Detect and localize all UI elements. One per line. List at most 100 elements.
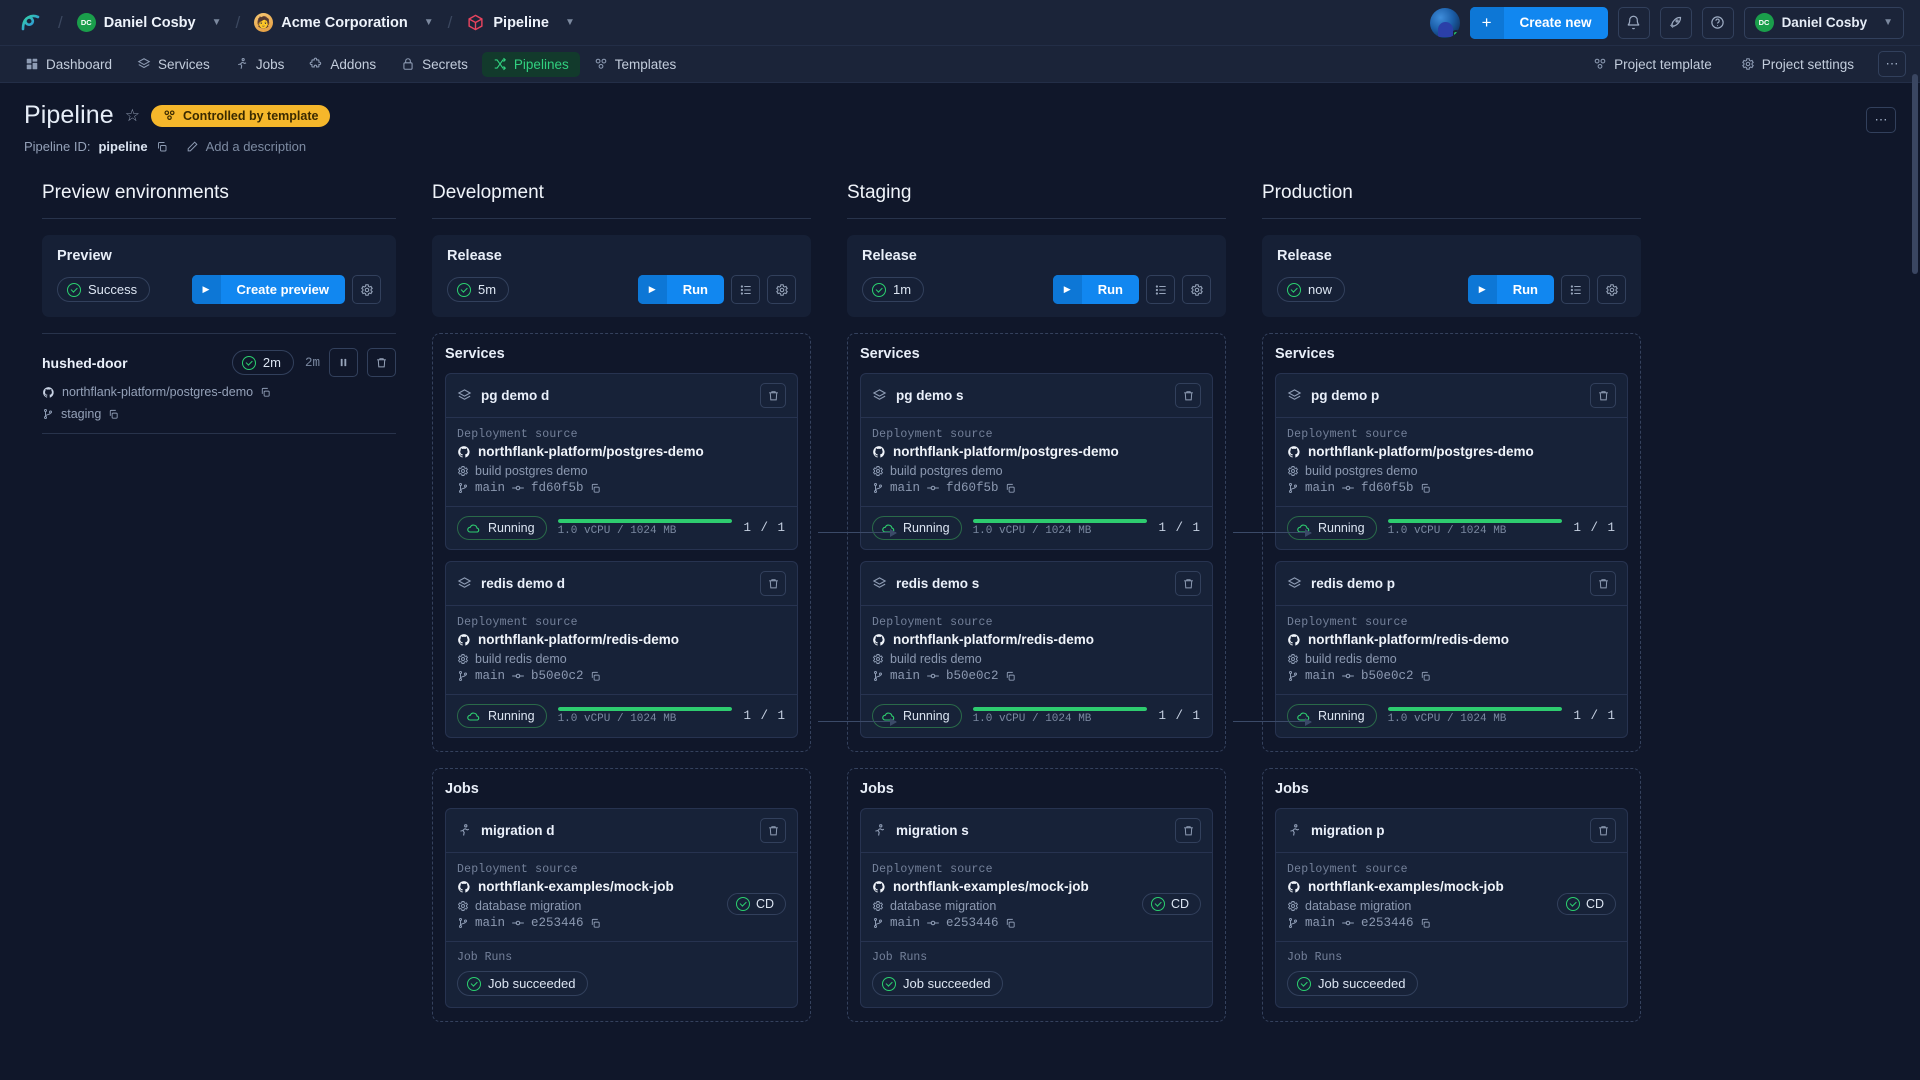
services-group-title: Services bbox=[445, 346, 505, 362]
service-repo: northflank-platform/postgres-demo bbox=[1308, 444, 1534, 459]
copy-icon[interactable] bbox=[590, 483, 601, 494]
service-card[interactable]: pg demo d Deployment source northflank-p… bbox=[445, 373, 798, 550]
release-settings-button[interactable] bbox=[1182, 275, 1211, 304]
copy-icon[interactable] bbox=[260, 387, 271, 398]
release-settings-button[interactable] bbox=[767, 275, 796, 304]
job-card[interactable]: migration d Deployment source northflank… bbox=[445, 808, 798, 1008]
top-bar-right: + Create new DC Daniel Cosby ▼ bbox=[1429, 6, 1904, 39]
release-settings-button[interactable] bbox=[1597, 275, 1626, 304]
breadcrumb-pipeline[interactable]: Pipeline ▼ bbox=[464, 9, 577, 36]
grid-icon bbox=[25, 57, 39, 71]
play-icon: ▶ bbox=[1052, 275, 1082, 304]
nav-project-template[interactable]: Project template bbox=[1582, 52, 1723, 77]
delete-service-button[interactable] bbox=[760, 571, 786, 596]
job-branch: main bbox=[890, 916, 921, 930]
service-name: pg demo p bbox=[1311, 388, 1380, 403]
create-preview-button[interactable]: ▶ Create preview bbox=[191, 275, 345, 304]
add-description-button[interactable]: Add a description bbox=[186, 139, 306, 154]
job-card[interactable]: migration s Deployment source northflank… bbox=[860, 808, 1213, 1008]
branch-icon bbox=[872, 917, 884, 929]
nav-overflow-button[interactable]: ⋯ bbox=[1878, 51, 1906, 77]
nav-item-services[interactable]: Services bbox=[126, 52, 221, 77]
user-menu[interactable]: DC Daniel Cosby ▼ bbox=[1743, 6, 1904, 39]
workspace-avatar[interactable] bbox=[1429, 7, 1460, 38]
run-release-button[interactable]: ▶ Run bbox=[1467, 275, 1554, 304]
create-new-label: Create new bbox=[1519, 15, 1592, 30]
nav-item-dashboard[interactable]: Dashboard bbox=[14, 52, 123, 77]
preview-settings-button[interactable] bbox=[352, 275, 381, 304]
copy-icon[interactable] bbox=[1005, 918, 1016, 929]
delete-service-button[interactable] bbox=[1590, 571, 1616, 596]
copy-icon[interactable] bbox=[1005, 483, 1016, 494]
add-description-label: Add a description bbox=[205, 139, 307, 154]
rocket-icon[interactable] bbox=[1659, 6, 1692, 39]
delete-service-button[interactable] bbox=[760, 383, 786, 408]
preview-env-row[interactable]: hushed-door 2m 2m northflank-platform/po… bbox=[42, 333, 396, 433]
github-icon bbox=[872, 880, 886, 894]
branch-icon bbox=[457, 917, 469, 929]
chevron-down-icon: ▼ bbox=[1883, 17, 1893, 28]
delete-button[interactable] bbox=[367, 348, 396, 377]
delete-service-button[interactable] bbox=[1590, 383, 1616, 408]
release-list-button[interactable] bbox=[731, 275, 760, 304]
controlled-by-template-badge[interactable]: Controlled by template bbox=[151, 104, 331, 127]
pause-button[interactable] bbox=[329, 348, 358, 377]
nav-item-addons[interactable]: Addons bbox=[298, 52, 387, 77]
delete-job-button[interactable] bbox=[760, 818, 786, 843]
release-status-pill: 5m bbox=[447, 277, 510, 302]
copy-icon[interactable] bbox=[1420, 918, 1431, 929]
check-icon bbox=[1287, 282, 1301, 297]
nav-project-settings[interactable]: Project settings bbox=[1730, 52, 1865, 77]
run-label: Run bbox=[1512, 282, 1538, 297]
preview-env-name: hushed-door bbox=[42, 354, 128, 371]
branch-icon bbox=[457, 482, 469, 494]
service-status: Running bbox=[903, 521, 950, 535]
delete-job-button[interactable] bbox=[1590, 818, 1616, 843]
page-overflow-button[interactable]: ⋯ bbox=[1866, 107, 1896, 133]
service-resources: 1.0 vCPU / 1024 MB bbox=[972, 525, 1092, 537]
service-card[interactable]: redis demo s Deployment source northflan… bbox=[860, 561, 1213, 738]
page-scrollbar[interactable] bbox=[1912, 74, 1918, 274]
run-release-button[interactable]: ▶ Run bbox=[637, 275, 724, 304]
copy-icon[interactable] bbox=[1005, 671, 1016, 682]
gear-icon bbox=[457, 900, 469, 912]
gear-icon bbox=[457, 465, 469, 477]
release-list-button[interactable] bbox=[1146, 275, 1175, 304]
bell-icon[interactable] bbox=[1617, 6, 1650, 39]
release-list-button[interactable] bbox=[1561, 275, 1590, 304]
delete-service-button[interactable] bbox=[1175, 383, 1201, 408]
nav-item-pipelines[interactable]: Pipelines bbox=[481, 51, 580, 77]
service-card[interactable]: redis demo p Deployment source northflan… bbox=[1275, 561, 1628, 738]
nav-item-jobs[interactable]: Jobs bbox=[224, 52, 296, 77]
copy-icon[interactable] bbox=[590, 671, 601, 682]
service-card[interactable]: redis demo d Deployment source northflan… bbox=[445, 561, 798, 738]
nav-item-templates[interactable]: Templates bbox=[583, 52, 688, 77]
job-run-status: Job succeeded bbox=[1318, 976, 1406, 991]
favourite-star-icon[interactable]: ☆ bbox=[125, 106, 140, 126]
job-branch: main bbox=[475, 916, 506, 930]
service-branch: main bbox=[475, 669, 506, 683]
branch-icon bbox=[42, 408, 54, 420]
job-card[interactable]: migration p Deployment source northflank… bbox=[1275, 808, 1628, 1008]
northflank-logo[interactable] bbox=[16, 8, 46, 38]
copy-icon[interactable] bbox=[590, 918, 601, 929]
delete-service-button[interactable] bbox=[1175, 571, 1201, 596]
breadcrumb-account[interactable]: DC Daniel Cosby ▼ bbox=[75, 9, 224, 36]
service-name: redis demo d bbox=[481, 576, 566, 591]
layers-icon bbox=[457, 576, 472, 591]
delete-job-button[interactable] bbox=[1175, 818, 1201, 843]
help-icon[interactable] bbox=[1701, 6, 1734, 39]
check-icon bbox=[882, 976, 896, 991]
deployment-source-label: Deployment source bbox=[872, 616, 993, 629]
service-card[interactable]: pg demo p Deployment source northflank-p… bbox=[1275, 373, 1628, 550]
create-new-button[interactable]: + Create new bbox=[1469, 6, 1608, 39]
copy-icon[interactable] bbox=[108, 409, 119, 420]
copy-icon[interactable] bbox=[1420, 483, 1431, 494]
copy-icon[interactable] bbox=[1420, 671, 1431, 682]
run-release-button[interactable]: ▶ Run bbox=[1052, 275, 1139, 304]
service-card[interactable]: pg demo s Deployment source northflank-p… bbox=[860, 373, 1213, 550]
nav-item-secrets[interactable]: Secrets bbox=[390, 52, 479, 77]
copy-icon[interactable] bbox=[156, 141, 168, 153]
run-label: Run bbox=[682, 282, 708, 297]
breadcrumb-project[interactable]: 🧑 Acme Corporation ▼ bbox=[252, 9, 435, 36]
